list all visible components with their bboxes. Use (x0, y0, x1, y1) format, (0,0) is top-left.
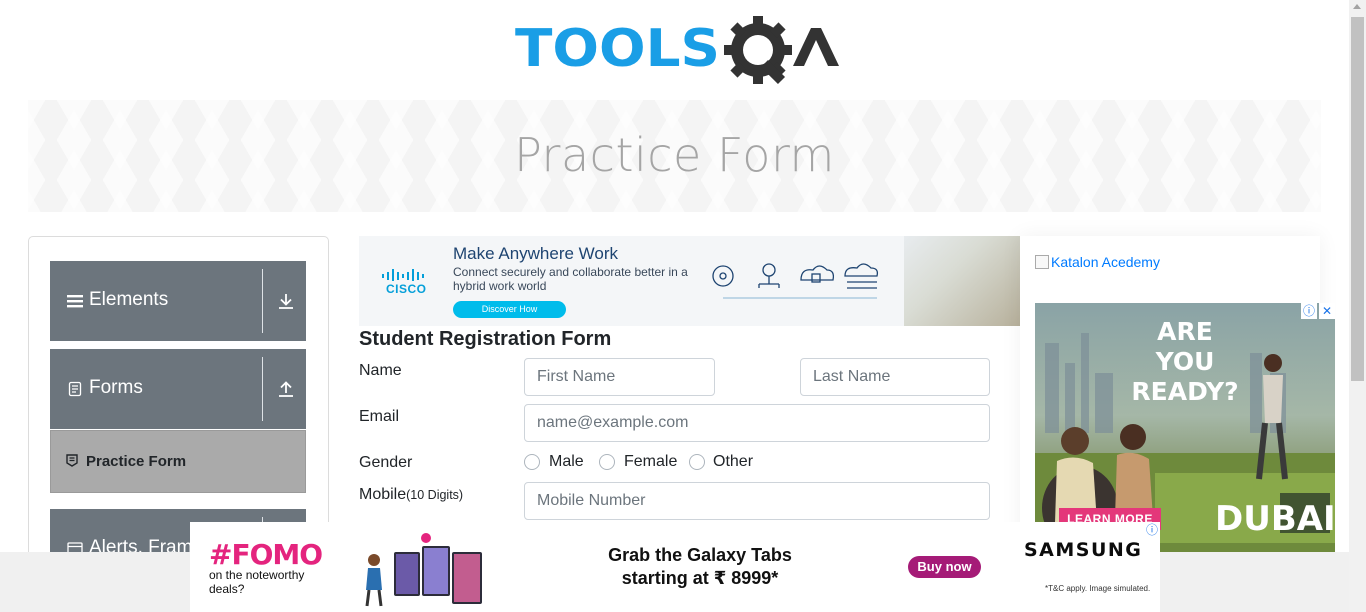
discover-how-button[interactable]: Discover How (453, 301, 566, 318)
sidebar: Elements Forms Practice Form Alerts, Fra… (28, 236, 329, 566)
scroll-thumb[interactable] (1351, 17, 1364, 381)
last-name-input[interactable]: Last Name (800, 358, 990, 396)
fomo-subtext: on the noteworthy deals? (209, 568, 305, 596)
ad-info-icon[interactable]: ⓘ (1301, 303, 1317, 319)
katalon-academy-link[interactable]: Katalon Acedemy (1035, 254, 1160, 270)
mobile-label: Mobile(10 Digits) (359, 486, 463, 504)
form-title: Student Registration Form (359, 328, 612, 350)
sidebar-item-practice-form[interactable]: Practice Form (50, 430, 306, 493)
gender-male-radio[interactable] (524, 454, 540, 470)
mobile-input[interactable]: Mobile Number (524, 482, 990, 520)
sidebar-item-label: Practice Form (86, 453, 187, 470)
network-icons (712, 263, 879, 299)
katalon-alt-text: Katalon Acedemy (1051, 254, 1160, 270)
toolsqa-logo[interactable]: TOOLS (515, 16, 840, 90)
name-label: Name (359, 362, 402, 379)
page-title: Practice Form (514, 128, 835, 182)
ad-info-icon[interactable]: ⓘ (1144, 522, 1160, 538)
cisco-logo-icon (382, 269, 424, 281)
document-icon (68, 381, 82, 397)
cisco-subtext: Connect securely and collaborate better … (453, 265, 688, 293)
sidebar-group-label: Elements (89, 289, 169, 310)
hamburger-icon (67, 295, 83, 308)
divider (262, 357, 263, 421)
sidebar-group-elements[interactable]: Elements (50, 261, 306, 341)
first-name-input[interactable]: First Name (524, 358, 715, 396)
gender-female-label[interactable]: Female (624, 453, 677, 471)
scroll-up-arrow-icon[interactable] (1353, 4, 1361, 9)
gender-other-label[interactable]: Other (713, 453, 753, 471)
divider (262, 269, 263, 333)
broken-image-icon (1035, 255, 1049, 269)
fomo-title: #FOMO (209, 538, 323, 571)
cisco-ad-banner[interactable]: CISCO Make Anywhere Work Connect securel… (359, 236, 1020, 326)
dubai-headline: ARE YOU READY? (1131, 317, 1239, 406)
download-arrow-icon[interactable] (276, 291, 296, 311)
ad-close-icon[interactable]: ✕ (1319, 303, 1335, 319)
upload-arrow-icon[interactable] (276, 379, 296, 399)
galaxy-tabs-image (365, 533, 482, 607)
cisco-brand: CISCO (386, 282, 427, 296)
buy-now-button[interactable]: Buy now (908, 556, 981, 578)
page-scrollbar[interactable] (1349, 0, 1366, 612)
dubai-brand: DUBAI (1215, 499, 1335, 539)
gender-male-label[interactable]: Male (549, 453, 584, 471)
galaxy-headline-line1: Grab the Galaxy Tabs (608, 545, 792, 565)
svg-text:TOOLS: TOOLS (515, 19, 720, 79)
mobile-label-text: Mobile (359, 486, 407, 503)
samsung-bottom-ad[interactable]: #FOMO on the noteworthy deals? Grab the … (190, 522, 1160, 612)
samsung-logo: SAMSUNG (1024, 539, 1143, 561)
sidebar-group-forms[interactable]: Forms (50, 349, 306, 429)
dubai-ad[interactable]: ARE YOU READY? LEARN MORE DUBAI ⓘ ✕ (1035, 303, 1335, 553)
email-input[interactable]: name@example.com (524, 404, 990, 442)
gender-label: Gender (359, 454, 413, 471)
gender-other-radio[interactable] (689, 454, 705, 470)
galaxy-headline: Grab the Galaxy Tabs starting at ₹ 8999* (580, 544, 820, 590)
disclaimer-text: *T&C apply. Image simulated. (1045, 584, 1151, 593)
cisco-ad-photo (904, 236, 1020, 326)
galaxy-headline-line2: starting at ₹ 8999* (621, 568, 779, 588)
mobile-hint: (10 Digits) (406, 488, 464, 502)
gender-female-radio[interactable] (599, 454, 615, 470)
page-banner: Practice Form (28, 100, 1321, 212)
cisco-headline: Make Anywhere Work (453, 244, 619, 263)
email-label: Email (359, 408, 400, 425)
form-icon (66, 454, 78, 467)
sidebar-group-label: Forms (89, 377, 143, 398)
